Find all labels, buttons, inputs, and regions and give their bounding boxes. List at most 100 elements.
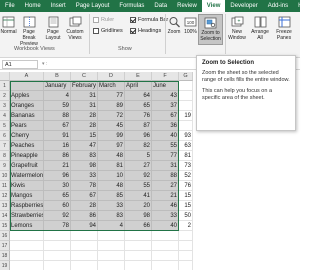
value-cell[interactable]: 73 [179, 161, 193, 171]
headings-checkbox[interactable]: Headings [130, 28, 161, 34]
column-header-e[interactable]: E [125, 72, 152, 81]
fruit-name-cell[interactable]: Lemons [10, 221, 44, 231]
gridlines-checkbox[interactable]: Gridlines [93, 28, 123, 34]
header-cell[interactable]: March [98, 81, 125, 91]
value-cell[interactable]: 33 [98, 201, 125, 211]
new-window-button[interactable]: + New Window [226, 16, 248, 41]
empty-cell[interactable] [179, 231, 193, 241]
value-cell[interactable]: 86 [71, 211, 98, 221]
empty-cell[interactable] [152, 241, 179, 251]
tab-formulas[interactable]: Formulas [114, 0, 149, 12]
value-cell[interactable]: 64 [125, 91, 152, 101]
tab-help[interactable]: Help [293, 0, 315, 12]
value-cell[interactable]: 45 [98, 121, 125, 131]
value-cell[interactable] [179, 121, 193, 131]
value-cell[interactable]: 10 [98, 171, 125, 181]
empty-cell[interactable] [179, 261, 193, 270]
value-cell[interactable]: 77 [152, 151, 179, 161]
empty-cell[interactable] [44, 261, 71, 270]
header-cell[interactable]: June [152, 81, 179, 91]
empty-cell[interactable] [98, 231, 125, 241]
tab-insert[interactable]: Insert [46, 0, 71, 12]
empty-cell[interactable] [152, 261, 179, 270]
value-cell[interactable]: 4 [44, 91, 71, 101]
select-all-corner[interactable] [0, 72, 10, 81]
value-cell[interactable]: 15 [71, 131, 98, 141]
header-cell[interactable] [10, 81, 44, 91]
value-cell[interactable]: 76 [125, 111, 152, 121]
empty-cell[interactable] [10, 261, 44, 270]
fruit-name-cell[interactable]: Peaches [10, 141, 44, 151]
empty-cell[interactable] [98, 261, 125, 270]
empty-cell[interactable] [125, 231, 152, 241]
value-cell[interactable]: 15 [179, 201, 193, 211]
empty-cell[interactable] [71, 261, 98, 270]
value-cell[interactable]: 89 [98, 101, 125, 111]
row-header[interactable]: 15 [0, 221, 10, 231]
row-header[interactable]: 2 [0, 91, 10, 101]
tab-developer[interactable]: Developer [225, 0, 262, 12]
column-header-d[interactable]: D [98, 72, 125, 81]
value-cell[interactable]: 82 [125, 141, 152, 151]
value-cell[interactable]: 40 [152, 131, 179, 141]
value-cell[interactable] [179, 101, 193, 111]
value-cell[interactable]: 67 [152, 111, 179, 121]
empty-cell[interactable] [125, 261, 152, 270]
value-cell[interactable]: 52 [179, 171, 193, 181]
column-header-f[interactable]: F [152, 72, 179, 81]
empty-cell[interactable] [44, 231, 71, 241]
value-cell[interactable]: 21 [152, 191, 179, 201]
value-cell[interactable]: 40 [152, 221, 179, 231]
empty-cell[interactable] [152, 231, 179, 241]
normal-view-button[interactable]: Normal [0, 16, 17, 35]
tab-view[interactable]: View [201, 0, 226, 12]
value-cell[interactable]: 65 [44, 191, 71, 201]
value-cell[interactable]: 87 [125, 121, 152, 131]
zoom-button[interactable]: Zoom [166, 16, 182, 35]
value-cell[interactable]: 92 [44, 211, 71, 221]
row-header[interactable]: 16 [0, 231, 10, 241]
value-cell[interactable]: 5 [125, 151, 152, 161]
value-cell[interactable]: 50 [179, 211, 193, 221]
empty-cell[interactable] [71, 241, 98, 251]
value-cell[interactable]: 28 [71, 121, 98, 131]
column-header-a[interactable]: A [10, 72, 44, 81]
row-header[interactable]: 11 [0, 181, 10, 191]
tab-file[interactable]: File [0, 0, 20, 12]
tab-home[interactable]: Home [20, 0, 46, 12]
value-cell[interactable]: 86 [44, 151, 71, 161]
fruit-name-cell[interactable]: Raspberries [10, 201, 44, 211]
fruit-name-cell[interactable]: Watermelons [10, 171, 44, 181]
value-cell[interactable]: 81 [98, 161, 125, 171]
column-header-b[interactable]: B [44, 72, 71, 81]
value-cell[interactable]: 98 [125, 211, 152, 221]
fruit-name-cell[interactable]: Pears [10, 121, 44, 131]
arrange-all-button[interactable]: Arrange All [249, 16, 271, 41]
value-cell[interactable]: 59 [44, 101, 71, 111]
fruit-name-cell[interactable]: Strawberries [10, 211, 44, 221]
empty-cell[interactable] [98, 241, 125, 251]
column-header-c[interactable]: C [71, 72, 98, 81]
header-cell[interactable]: January [44, 81, 71, 91]
page-break-preview-button[interactable]: Page Break Preview [17, 16, 41, 47]
row-header[interactable]: 12 [0, 191, 10, 201]
value-cell[interactable]: 28 [71, 201, 98, 211]
value-cell[interactable]: 81 [179, 151, 193, 161]
value-cell[interactable]: 65 [125, 101, 152, 111]
value-cell[interactable]: 33 [71, 171, 98, 181]
row-header[interactable]: 6 [0, 131, 10, 141]
value-cell[interactable]: 67 [44, 121, 71, 131]
value-cell[interactable]: 15 [179, 191, 193, 201]
value-cell[interactable]: 97 [98, 141, 125, 151]
zoom-100-button[interactable]: 100 100% [182, 16, 199, 35]
value-cell[interactable] [179, 91, 193, 101]
value-cell[interactable]: 83 [98, 211, 125, 221]
value-cell[interactable]: 77 [98, 91, 125, 101]
row-header[interactable]: 1 [0, 81, 10, 91]
value-cell[interactable]: 33 [152, 211, 179, 221]
empty-cell[interactable] [44, 251, 71, 261]
ruler-checkbox[interactable]: Ruler [93, 17, 114, 23]
value-cell[interactable]: 41 [125, 191, 152, 201]
value-cell[interactable]: 27 [152, 181, 179, 191]
row-header[interactable]: 3 [0, 101, 10, 111]
